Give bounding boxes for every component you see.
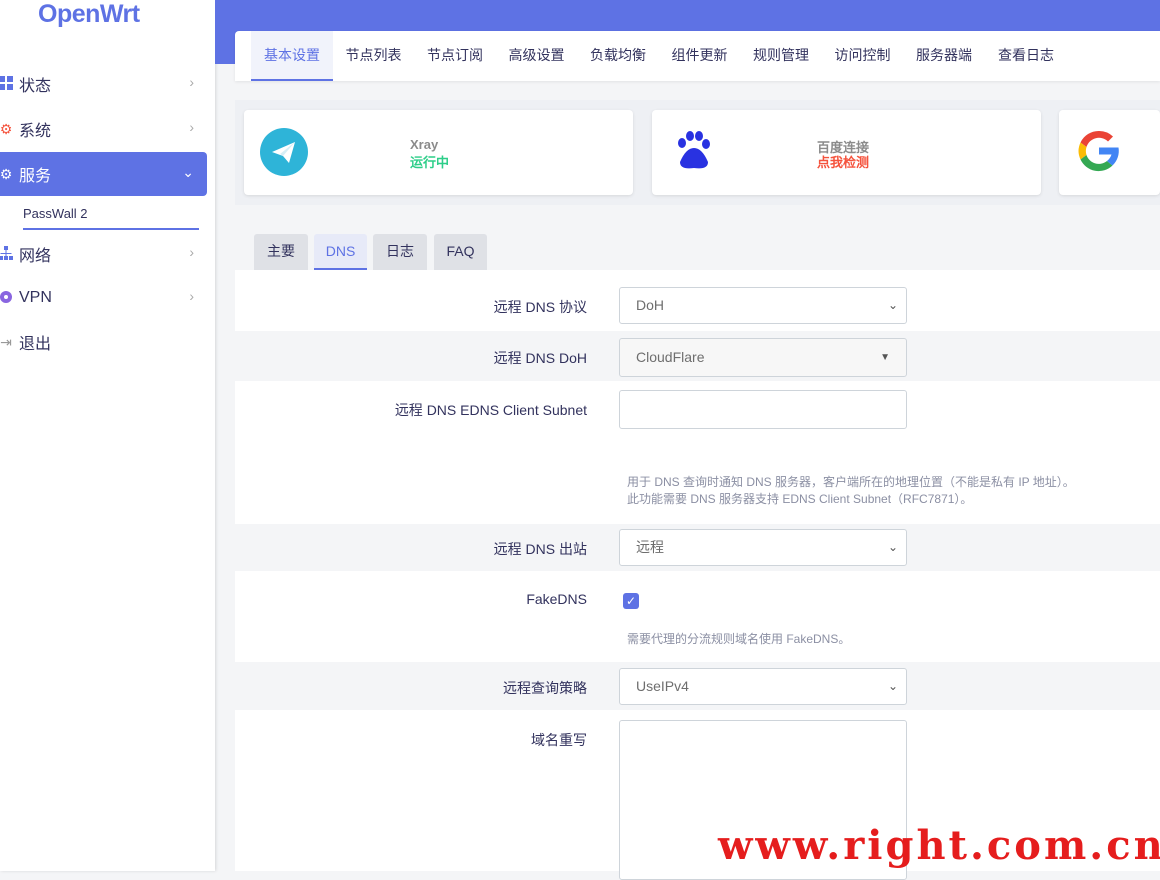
content-tabs: 主要 DNS 日志 FAQ (235, 225, 1160, 270)
openwrt-logo[interactable]: OpenWrt (38, 0, 140, 29)
chevron-down-icon: ⌄ (182, 164, 194, 180)
chevron-right-icon: › (189, 288, 194, 304)
fakedns-checkbox[interactable]: ✓ (623, 593, 639, 609)
chevron-down-icon: ⌄ (887, 679, 898, 693)
triangle-down-icon: ▼ (880, 352, 890, 363)
tab-advanced-settings[interactable]: 高级设置 (496, 31, 577, 81)
site-watermark: www.right.com.cn (718, 822, 1160, 869)
telegram-icon (260, 128, 308, 181)
query-strategy-select[interactable]: UseIPv4 ⌄ (619, 668, 907, 705)
dns-protocol-label: 远程 DNS 协议 (493, 299, 587, 315)
dns-protocol-select[interactable]: DoH ⌄ (619, 287, 907, 324)
status-card-status: 运行中 (410, 155, 450, 170)
row-fakedns: FakeDNS ✓ 需要代理的分流规则域名使用 FakeDNS。 (235, 571, 1160, 662)
chevron-right-icon: › (189, 74, 194, 90)
row-edns-client-subnet: 远程 DNS EDNS Client Subnet 用于 DNS 查询时通知 D… (235, 381, 1160, 524)
status-panel: Xray 运行中 百度连接 点我检测 (235, 100, 1160, 205)
tab-rule-manage[interactable]: 规则管理 (740, 31, 822, 81)
vpn-icon (0, 290, 16, 307)
edns-help-line1: 用于 DNS 查询时通知 DNS 服务器，客户端所在的地理位置（不能是私有 IP… (627, 475, 1075, 489)
edns-input[interactable] (619, 390, 907, 429)
row-dns-doh: 远程 DNS DoH CloudFlare ▼ (235, 331, 1160, 381)
status-card-baidu[interactable]: 百度连接 点我检测 (652, 110, 1041, 195)
domain-rewrite-label: 域名重写 (531, 732, 587, 748)
sidebar-item-vpn[interactable]: VPN › (0, 276, 207, 320)
tab-basic-settings[interactable]: 基本设置 (251, 31, 333, 81)
sidebar-item-system[interactable]: ⚙ 系统 › (0, 107, 207, 151)
sidebar-item-label: 系统 (19, 123, 52, 140)
status-card-title: Xray (410, 137, 439, 152)
dns-doh-label: 远程 DNS DoH (493, 350, 587, 366)
dns-doh-value: CloudFlare (636, 349, 705, 365)
row-dns-outbound: 远程 DNS 出站 远程 ⌄ (235, 524, 1160, 571)
fakedns-label: FakeDNS (526, 591, 587, 607)
services-icon: ⚙ (0, 165, 13, 182)
tab-view-logs[interactable]: 查看日志 (985, 31, 1067, 81)
gear-icon: ⚙ (0, 120, 13, 137)
tab-faq[interactable]: FAQ (434, 234, 487, 270)
chevron-down-icon: ⌄ (887, 298, 898, 312)
dns-doh-combobox[interactable]: CloudFlare ▼ (619, 338, 907, 377)
network-icon (0, 245, 16, 263)
dns-outbound-value: 远程 (636, 539, 664, 555)
sidebar: OpenWrt 状态 › ⚙ 系统 › ⚙ 服务 ⌄ PassWall 2 网络… (0, 0, 215, 871)
dashboard-icon (0, 75, 16, 93)
sidebar-item-label: 状态 (19, 78, 52, 95)
sidebar-item-label: 服务 (19, 168, 52, 185)
logout-icon: ⇥ (0, 333, 12, 350)
tab-node-list[interactable]: 节点列表 (333, 31, 414, 81)
edns-label: 远程 DNS EDNS Client Subnet (394, 402, 587, 418)
sidebar-item-label: 网络 (19, 248, 52, 265)
dns-protocol-value: DoH (636, 297, 665, 313)
tab-node-subscribe[interactable]: 节点订阅 (414, 31, 496, 81)
edns-help-line2: 此功能需要 DNS 服务器支持 EDNS Client Subnet（RFC78… (627, 492, 973, 506)
chevron-right-icon: › (189, 244, 194, 260)
tab-dns[interactable]: DNS (314, 234, 367, 270)
sidebar-item-services[interactable]: ⚙ 服务 ⌄ (0, 152, 207, 196)
status-card-status[interactable]: 点我检测 (817, 152, 869, 171)
fakedns-help: 需要代理的分流规则域名使用 FakeDNS。 (627, 632, 851, 646)
row-query-strategy: 远程查询策略 UseIPv4 ⌄ (235, 662, 1160, 710)
sidebar-item-label: 退出 (19, 336, 52, 353)
status-card-xray: Xray 运行中 (244, 110, 633, 195)
query-strategy-value: UseIPv4 (636, 678, 689, 694)
tab-load-balance[interactable]: 负载均衡 (577, 31, 659, 81)
query-strategy-label: 远程查询策略 (503, 680, 587, 696)
tab-main[interactable]: 主要 (254, 234, 308, 270)
sidebar-item-label: VPN (19, 289, 52, 306)
dns-settings-panel: 主要 DNS 日志 FAQ 远程 DNS 协议 DoH ⌄ 远程 DNS DoH… (235, 225, 1160, 880)
google-icon (1075, 127, 1123, 180)
sidebar-item-network[interactable]: 网络 › (0, 232, 207, 276)
sidebar-subitem-passwall2[interactable]: PassWall 2 (23, 200, 199, 230)
tab-server[interactable]: 服务器端 (903, 31, 985, 81)
tab-log[interactable]: 日志 (373, 234, 427, 270)
chevron-right-icon: › (189, 119, 194, 135)
dns-outbound-select[interactable]: 远程 ⌄ (619, 529, 907, 566)
row-dns-protocol: 远程 DNS 协议 DoH ⌄ (235, 281, 1160, 331)
chevron-down-icon: ⌄ (887, 540, 898, 554)
tab-component-update[interactable]: 组件更新 (659, 31, 740, 81)
sidebar-item-status[interactable]: 状态 › (0, 62, 207, 106)
tab-access-control[interactable]: 访问控制 (822, 31, 903, 81)
main-tabs: 基本设置 节点列表 节点订阅 高级设置 负载均衡 组件更新 规则管理 访问控制 … (235, 31, 1160, 81)
status-card-google (1059, 110, 1160, 195)
sidebar-item-logout[interactable]: ⇥ 退出 (0, 320, 207, 364)
baidu-paw-icon (672, 130, 714, 177)
dns-outbound-label: 远程 DNS 出站 (493, 541, 587, 557)
